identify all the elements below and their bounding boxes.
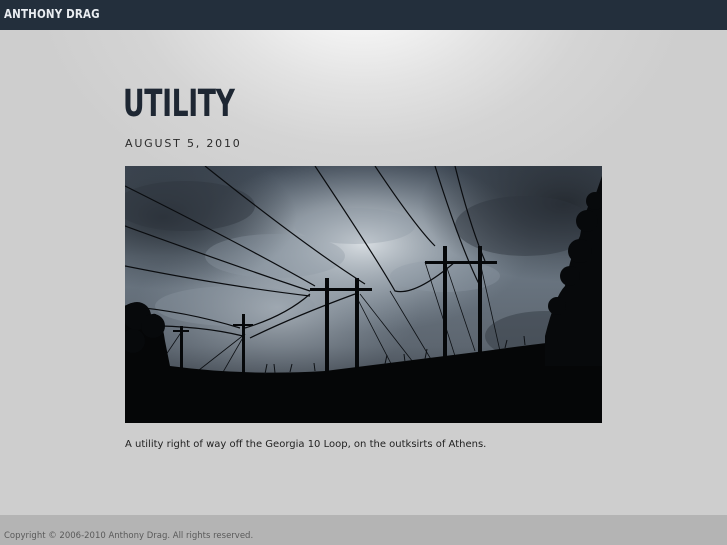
power-lines-photo-illustration [125,166,602,423]
post-date: AUGUST 5, 2010 [125,137,242,150]
site-title-link[interactable]: ANTHONY DRAG [4,7,100,21]
top-bar: ANTHONY DRAG [0,0,727,30]
photo-caption: A utility right of way off the Georgia 1… [125,439,487,450]
footer: Copyright © 2006-2010 Anthony Drag. All … [0,515,727,545]
copyright-text: Copyright © 2006-2010 Anthony Drag. All … [4,531,254,541]
post-title: UTILITY [123,82,235,125]
post-photo [125,166,602,423]
